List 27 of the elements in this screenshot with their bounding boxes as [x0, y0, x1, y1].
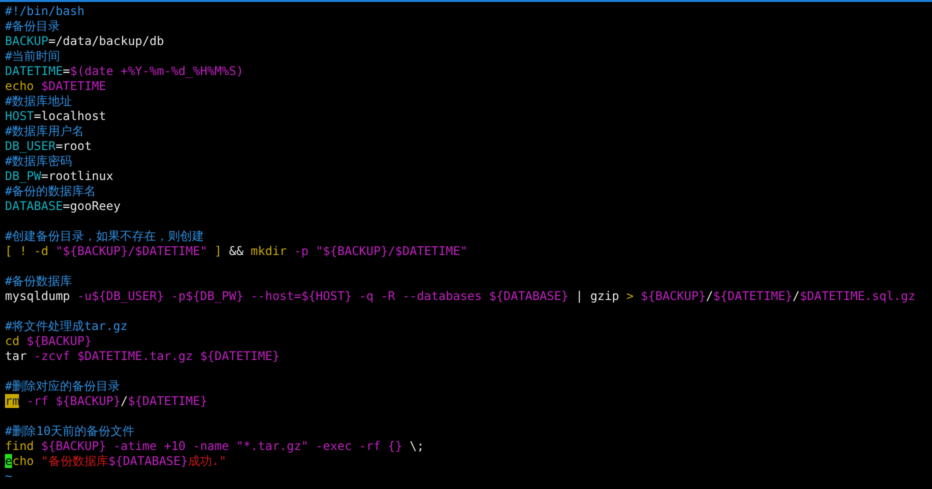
- code-line: mysqldump -u${DB_USER} -p${DB_PW} --host=${HOST} -q -R --databases ${DATABASE} | gzip > ${BACKUP}/${DATETIME}/$DATETIME.sql.gz: [5, 289, 916, 304]
- code-line: #当前时间: [5, 49, 60, 64]
- code-line: #数据库用户名: [5, 124, 84, 139]
- code-line: echo $DATETIME: [5, 79, 106, 94]
- code-line: #删除对应的备份目录: [5, 379, 120, 394]
- code-line: #将文件处理成tar.gz: [5, 319, 128, 334]
- code-line: DB_PW=rootlinux: [5, 169, 114, 184]
- code-line: #备份的数据库名: [5, 184, 96, 199]
- code-line: find ${BACKUP} -atime +10 -name "*.tar.gz" -exec -rf {} \;: [5, 439, 424, 454]
- code-line: #删除10天前的备份文件: [5, 424, 135, 439]
- code-line: HOST=localhost: [5, 109, 106, 124]
- code-line: #数据库地址: [5, 94, 72, 109]
- code-line: #数据库密码: [5, 154, 72, 169]
- code-line: DB_USER=root: [5, 139, 92, 154]
- code-line: cd ${BACKUP}: [5, 334, 92, 349]
- code-line: DATETIME=$(date +%Y-%m-%d_%H%M%S): [5, 64, 244, 79]
- code-line: [ ! -d "${BACKUP}/$DATETIME" ] && mkdir -p "${BACKUP}/$DATETIME": [5, 244, 468, 259]
- code-line: #备份目录: [5, 19, 60, 34]
- code-line: tar -zcvf $DATETIME.tar.gz ${DATETIME}: [5, 349, 280, 364]
- empty-line-marker: ~: [5, 469, 12, 484]
- code-line: rm -rf ${BACKUP}/${DATETIME}: [5, 394, 208, 409]
- code-line: echo "备份数据库${DATABASE}成功.": [5, 454, 226, 469]
- code-line: #!/bin/bash: [5, 4, 84, 19]
- code-line: BACKUP=/data/backup/db: [5, 34, 164, 49]
- code-line: #创建备份目录，如果不存在，则创建: [5, 229, 204, 244]
- code-line: DATABASE=gooReey: [5, 199, 121, 214]
- code-line: #备份数据库: [5, 274, 72, 289]
